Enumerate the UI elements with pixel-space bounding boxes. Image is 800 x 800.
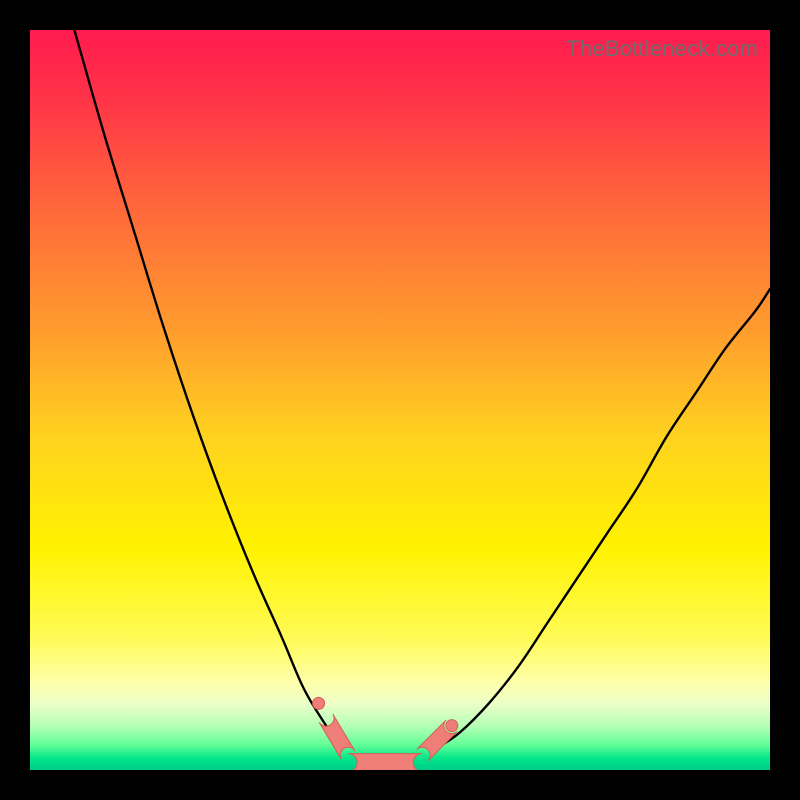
floor-markers [313,697,458,770]
outer-frame: TheBottleneck.com [0,0,800,800]
right-curve [437,289,770,748]
left-curve [74,30,340,748]
watermark-text: TheBottleneck.com [566,36,758,62]
curves-layer [30,30,770,770]
plot-area: TheBottleneck.com [30,30,770,770]
